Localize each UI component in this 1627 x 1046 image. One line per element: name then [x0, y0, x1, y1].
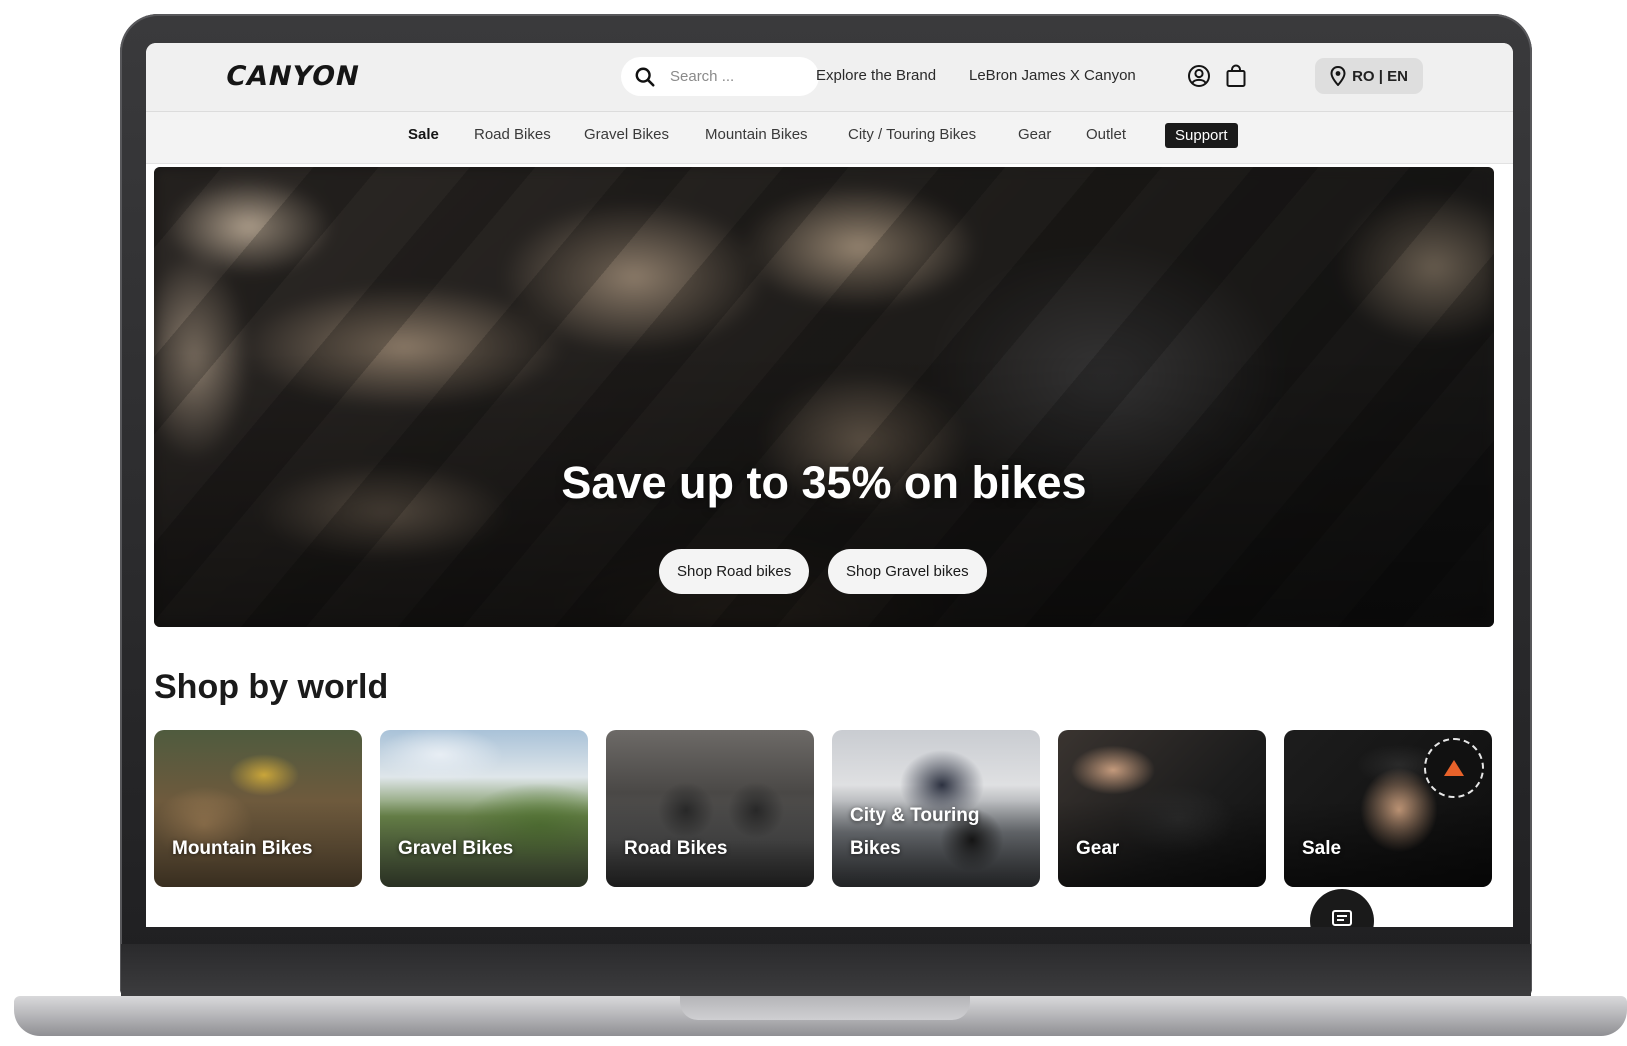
chat-icon	[1332, 910, 1352, 926]
region-language-selector[interactable]: RO | EN	[1315, 58, 1423, 94]
shop-gravel-bikes-button[interactable]: Shop Gravel bikes	[828, 549, 987, 594]
world-card-gravel-bikes[interactable]: Gravel Bikes	[380, 730, 588, 887]
world-card-sale[interactable]: Sale	[1284, 730, 1492, 887]
shop-by-world-title: Shop by world	[154, 668, 389, 706]
browser-screen: CANYON Explore the Brand LeBron James X …	[146, 43, 1513, 927]
nav-item-outlet[interactable]: Outlet	[1086, 126, 1126, 143]
nav-item-gear[interactable]: Gear	[1018, 126, 1051, 143]
world-card-gear[interactable]: Gear	[1058, 730, 1266, 887]
nav-item-mountain-bikes[interactable]: Mountain Bikes	[705, 126, 808, 143]
hero-banner: Save up to 35% on bikes Shop Road bikes …	[154, 167, 1494, 627]
lebron-canyon-link[interactable]: LeBron James X Canyon	[969, 67, 1136, 84]
nav-item-city-touring-bikes[interactable]: City / Touring Bikes	[848, 126, 976, 143]
card-label: Gravel Bikes	[398, 838, 514, 859]
explore-brand-link[interactable]: Explore the Brand	[816, 67, 936, 84]
card-label: City & Touring Bikes	[850, 805, 980, 859]
nav-item-support[interactable]: Support	[1165, 123, 1238, 148]
world-card-mountain-bikes[interactable]: Mountain Bikes	[154, 730, 362, 887]
sale-badge-icon	[1424, 738, 1484, 798]
chat-button[interactable]	[1310, 889, 1374, 927]
shop-road-bikes-button[interactable]: Shop Road bikes	[659, 549, 810, 594]
card-label: Mountain Bikes	[172, 838, 313, 859]
card-label: Gear	[1076, 838, 1120, 859]
search-box[interactable]	[621, 57, 819, 96]
search-icon	[635, 67, 655, 87]
region-label: RO | EN	[1352, 67, 1408, 85]
laptop-notch	[680, 996, 970, 1020]
header-bar: CANYON Explore the Brand LeBron James X …	[146, 43, 1513, 112]
search-input[interactable]	[668, 67, 802, 86]
canyon-logo[interactable]: CANYON	[223, 61, 363, 92]
main-nav: Sale Road Bikes Gravel Bikes Mountain Bi…	[146, 112, 1513, 164]
account-icon[interactable]	[1186, 63, 1212, 89]
laptop-chin	[121, 944, 1531, 996]
world-card-city-touring-bikes[interactable]: City & Touring Bikes	[832, 730, 1040, 887]
nav-item-sale[interactable]: Sale	[408, 126, 439, 143]
nav-item-road-bikes[interactable]: Road Bikes	[474, 126, 551, 143]
nav-item-gravel-bikes[interactable]: Gravel Bikes	[584, 126, 669, 143]
hero-title: Save up to 35% on bikes	[561, 457, 1087, 508]
location-pin-icon	[1330, 66, 1346, 86]
world-card-road-bikes[interactable]: Road Bikes	[606, 730, 814, 887]
cart-icon[interactable]	[1223, 63, 1249, 89]
card-label: Sale	[1302, 838, 1342, 859]
card-label: Road Bikes	[624, 838, 728, 859]
hero-shade	[154, 167, 1494, 627]
